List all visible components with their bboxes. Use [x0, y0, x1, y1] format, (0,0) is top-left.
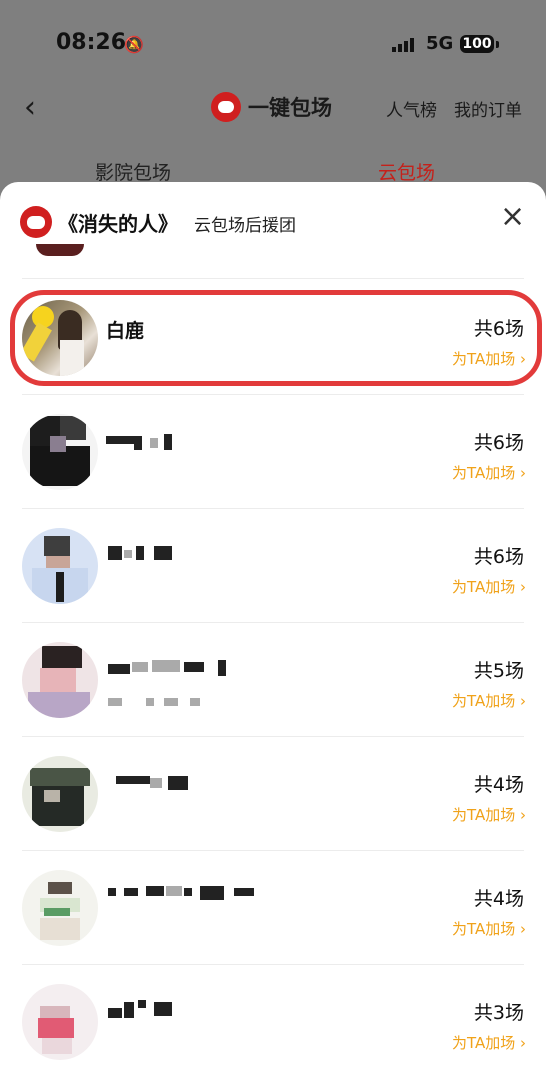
- avatar: [36, 244, 84, 256]
- film-title: 《消失的人》: [58, 212, 178, 236]
- divider: [22, 394, 524, 395]
- screening-count: 共4场: [473, 888, 524, 910]
- list-item[interactable]: 共6场 为TA加场 ›: [0, 528, 546, 640]
- divider: [22, 622, 524, 623]
- status-time: 08:26: [56, 30, 127, 55]
- back-arrow-icon[interactable]: ‹: [24, 90, 36, 125]
- list-item[interactable]: 共3场 为TA加场 ›: [0, 984, 546, 1080]
- battery-icon: 100: [460, 35, 494, 53]
- tab-cinema-booking[interactable]: 影院包场: [95, 158, 171, 185]
- network-label: 5G: [426, 33, 454, 54]
- tab-cloud-booking[interactable]: 云包场: [378, 158, 435, 185]
- add-screening-button[interactable]: 为TA加场 ›: [452, 462, 526, 483]
- avatar: [22, 984, 98, 1060]
- status-bar: 08:26 🔕 5G 100: [0, 28, 546, 62]
- battery-tip: [496, 41, 499, 48]
- add-screening-button[interactable]: 为TA加场 ›: [452, 1032, 526, 1053]
- signal-icon: [392, 38, 414, 52]
- screening-count: 共6场: [473, 546, 524, 568]
- screening-count: 共4场: [473, 774, 524, 796]
- cat-logo-icon: [20, 206, 52, 238]
- cat-logo-icon: [211, 92, 241, 122]
- divider: [22, 964, 524, 965]
- close-icon[interactable]: ×: [500, 202, 525, 232]
- divider: [22, 850, 524, 851]
- screening-count: 共3场: [473, 1002, 524, 1024]
- avatar: [22, 414, 98, 490]
- page-title: 一键包场: [248, 96, 332, 120]
- bottom-sheet: 《消失的人》 云包场后援团 × 白鹿 共6场 为TA加场 › 共6场 为TA加场…: [0, 182, 546, 1080]
- add-screening-button[interactable]: 为TA加场 ›: [452, 576, 526, 597]
- avatar: [22, 642, 98, 718]
- list-item[interactable]: 共6场 为TA加场 ›: [0, 414, 546, 526]
- screening-count: 共5场: [473, 660, 524, 682]
- add-screening-button[interactable]: 为TA加场 ›: [452, 918, 526, 939]
- screening-count: 共6场: [473, 432, 524, 454]
- sheet-subtitle: 云包场后援团: [194, 216, 296, 236]
- popularity-link[interactable]: 人气榜: [386, 96, 437, 121]
- nav-bar: ‹ 一键包场 人气榜 我的订单: [0, 86, 546, 130]
- list-item[interactable]: 共4场 为TA加场 ›: [0, 756, 546, 868]
- divider: [22, 278, 524, 279]
- add-screening-button[interactable]: 为TA加场 ›: [452, 804, 526, 825]
- list-item[interactable]: 共5场 为TA加场 ›: [0, 642, 546, 754]
- add-screening-button[interactable]: 为TA加场 ›: [452, 690, 526, 711]
- my-orders-link[interactable]: 我的订单: [454, 96, 522, 121]
- highlight-annotation: [10, 290, 542, 386]
- list-item[interactable]: 共4场 为TA加场 ›: [0, 870, 546, 982]
- bell-muted-icon: 🔕: [124, 35, 144, 54]
- avatar: [22, 756, 98, 832]
- divider: [22, 508, 524, 509]
- divider: [22, 736, 524, 737]
- avatar: [22, 528, 98, 604]
- avatar: [22, 870, 98, 946]
